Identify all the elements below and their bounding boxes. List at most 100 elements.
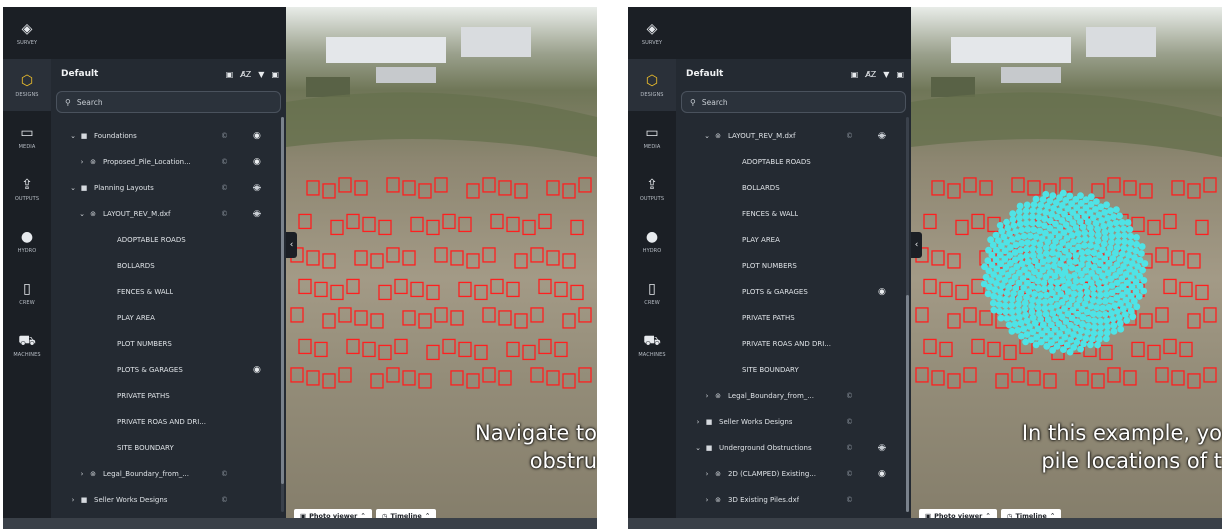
nav-media[interactable]: ▭ MEDIA [628, 111, 676, 163]
plot-outline-5 [1027, 180, 1041, 196]
filter-icon[interactable]: ▼ [883, 70, 889, 79]
collapse-panel-button[interactable]: ‹ [286, 232, 297, 258]
layer-row[interactable]: SITE BOUNDARY [51, 435, 286, 461]
plot-outline-98 [482, 367, 496, 383]
layer-row[interactable]: PLAY AREA [676, 227, 911, 253]
layer-row[interactable]: › ⊚ Legal_Boundary_from_... © [676, 383, 911, 409]
sort-az-icon[interactable]: A̸Z [865, 70, 876, 79]
pile-marker-470 [984, 257, 992, 264]
layer-row[interactable]: › ⊚ 3D Existing Piles.dxf © [676, 487, 911, 513]
plot-outline-72 [562, 313, 576, 329]
chevron-icon[interactable]: › [77, 158, 87, 166]
layer-row[interactable]: ADOPTABLE ROADS [676, 149, 911, 175]
search-input[interactable] [701, 97, 882, 107]
eye-icon[interactable]: ◉ [878, 287, 886, 297]
pile-marker-476 [1093, 198, 1100, 205]
nav-hydro[interactable]: ● HYDRO [628, 215, 676, 267]
layer-row[interactable]: › ⊚ Legal_Boundary_from_... © [51, 461, 286, 487]
plot-outline-76 [971, 338, 985, 355]
chevron-icon[interactable]: ⌄ [68, 184, 78, 192]
layer-row[interactable]: PRIVATE ROAS AND DRI... [676, 331, 911, 357]
collapse-panel-button[interactable]: ‹ [911, 232, 922, 258]
eye-icon[interactable]: ◉ [253, 157, 261, 167]
nav-outputs[interactable]: ⇪ OUTPUTS [3, 163, 51, 215]
chevron-icon[interactable]: ⌄ [693, 444, 703, 452]
add-layer-icon[interactable]: ▣ [271, 70, 279, 79]
layer-row[interactable]: › ⊚ Proposed_Pile_Location... © ◉ [51, 149, 286, 175]
chevron-icon[interactable]: ⌄ [68, 132, 78, 140]
layer-row[interactable]: PLAY AREA [51, 305, 286, 331]
chevron-icon[interactable]: ⌄ [77, 210, 87, 218]
add-layer-icon[interactable]: ▣ [896, 70, 904, 79]
plot-outline-6 [418, 183, 432, 199]
tree-scrollbar[interactable] [906, 117, 909, 512]
nav-designs[interactable]: ⬡ DESIGNS [3, 59, 51, 111]
eye-icon[interactable]: ◉ [253, 365, 261, 375]
layer-row[interactable]: BOLLARDS [676, 175, 911, 201]
layer-row[interactable]: PRIVATE PATHS [676, 305, 911, 331]
layer-row[interactable]: › ■ Seller Works Designs © [676, 409, 911, 435]
left-nav-rail: ◈ SURVEY ⬡ DESIGNS ▭ MEDIA ⇪ OUTPUTS ● HYDRO ▯ CREW… [3, 7, 51, 529]
layer-row[interactable]: BOLLARDS [51, 253, 286, 279]
pile-marker-234 [1021, 305, 1029, 313]
tree-scrollbar[interactable] [281, 117, 284, 512]
layer-row[interactable]: PRIVATE PATHS [51, 383, 286, 409]
layer-row[interactable]: FENCES & WALL [51, 279, 286, 305]
sort-az-icon[interactable]: A̸Z [240, 70, 251, 79]
layer-row[interactable]: PLOTS & GARAGES ◉ [51, 357, 286, 383]
new-folder-icon[interactable]: ▣ [226, 70, 234, 79]
eye-off-icon[interactable]: ◉ [253, 209, 261, 219]
chevron-icon[interactable]: ⌄ [702, 132, 712, 140]
layer-row[interactable]: › ⊚ 2D (CLAMPED) Existing... © ◉ [676, 461, 911, 487]
new-folder-icon[interactable]: ▣ [851, 70, 859, 79]
eye-icon[interactable]: ◉ [878, 469, 886, 479]
eye-off-icon[interactable]: ◉ [253, 183, 261, 193]
nav-survey[interactable]: ◈ SURVEY [628, 7, 676, 59]
nav-media[interactable]: ▭ MEDIA [3, 111, 51, 163]
layer-row[interactable]: ⌄ ■ Underground Obstructions © ◉ [676, 435, 911, 461]
eye-off-icon[interactable]: ◉ [878, 443, 886, 453]
search-input[interactable] [76, 97, 257, 107]
layer-row[interactable]: PRIVATE ROAS AND DRI... [51, 409, 286, 435]
pile-marker-452 [1016, 208, 1023, 216]
nav-crew[interactable]: ▯ CREW [3, 267, 51, 319]
nav-outputs[interactable]: ⇪ OUTPUTS [628, 163, 676, 215]
chevron-icon[interactable]: › [702, 392, 712, 400]
pile-marker-467 [1005, 321, 1013, 329]
pile-marker-240 [1035, 220, 1043, 228]
map-viewport[interactable]: ‹ In this example, yo pile locations of t ▣… [911, 7, 1222, 529]
layer-row[interactable]: PLOTS & GARAGES ◉ [676, 279, 911, 305]
chevron-icon[interactable]: › [693, 418, 703, 426]
layer-row[interactable]: ⌄ ⊚ LAYOUT_REV_M.dxf © ◉ [676, 123, 911, 149]
nav-crew[interactable]: ▯ CREW [628, 267, 676, 319]
layer-row[interactable]: ⌄ ■ Foundations © ◉ [51, 123, 286, 149]
nav-machines[interactable]: ⛟ MACHINES [628, 319, 676, 371]
layer-row[interactable]: SITE BOUNDARY [676, 357, 911, 383]
chevron-icon[interactable]: › [77, 470, 87, 478]
scroll-thumb[interactable] [906, 294, 909, 512]
layer-row[interactable]: ⌄ ⊚ LAYOUT_REV_M.dxf © ◉ [51, 201, 286, 227]
pile-marker-105 [1090, 291, 1098, 298]
nav-designs[interactable]: ⬡ DESIGNS [628, 59, 676, 111]
chevron-icon[interactable]: › [702, 470, 712, 478]
layer-row[interactable]: ADOPTABLE ROADS [51, 227, 286, 253]
layer-row[interactable]: ⌄ ■ Planning Layouts © ◉ [51, 175, 286, 201]
nav-machines[interactable]: ⛟ MACHINES [3, 319, 51, 371]
layer-row[interactable]: PLOT NUMBERS [51, 331, 286, 357]
filter-icon[interactable]: ▼ [258, 70, 264, 79]
layer-row[interactable]: FENCES & WALL [676, 201, 911, 227]
layer-row[interactable]: PLOT NUMBERS [676, 253, 911, 279]
nav-survey[interactable]: ◈ SURVEY [3, 7, 51, 59]
eye-off-icon[interactable]: ◉ [878, 131, 886, 141]
pile-marker-338 [1114, 308, 1121, 315]
chevron-icon[interactable]: › [68, 496, 78, 504]
eye-icon[interactable]: ◉ [253, 131, 261, 141]
scroll-thumb[interactable] [281, 117, 284, 485]
layer-row[interactable]: › ■ Seller Works Designs © [51, 487, 286, 513]
map-viewport[interactable]: ‹ Navigate to obstru ▣ Photo viewer ⌃ ◷ Timelin… [286, 7, 597, 529]
pile-marker-285 [1100, 222, 1108, 230]
pile-marker-486 [1009, 210, 1017, 218]
chevron-icon[interactable]: › [702, 496, 712, 504]
nav-hydro[interactable]: ● HYDRO [3, 215, 51, 267]
pile-marker-154 [1081, 229, 1089, 237]
